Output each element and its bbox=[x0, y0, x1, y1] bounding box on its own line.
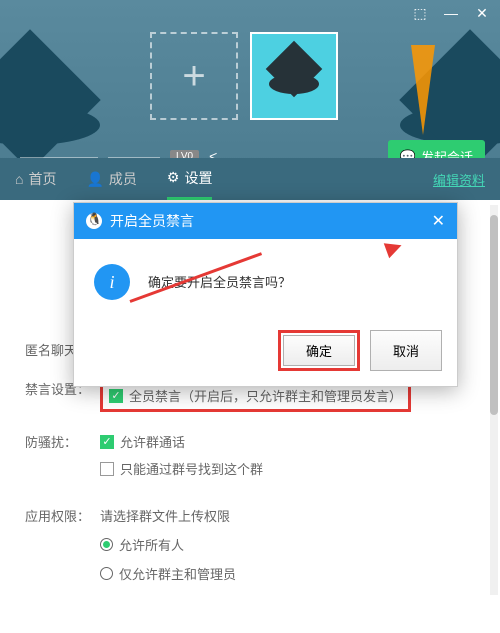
edit-profile-link[interactable]: 编辑资料 bbox=[433, 170, 485, 189]
scroll-thumb[interactable] bbox=[490, 215, 498, 415]
mute-all-label: 全员禁言（开启后，只允许群主和管理员发言） bbox=[129, 386, 402, 405]
gear-icon: ⚙ bbox=[167, 169, 180, 186]
anti-harass-label: 防骚扰： bbox=[25, 432, 100, 451]
tab-members[interactable]: 👤 成员 bbox=[86, 158, 136, 200]
scrollbar[interactable] bbox=[490, 205, 498, 595]
graduation-cap-icon bbox=[264, 54, 324, 99]
dialog-footer: 确定 取消 bbox=[74, 320, 457, 386]
confirm-dialog: 开启全员禁言 ✕ i 确定要开启全员禁言吗？ 确定 取消 bbox=[73, 202, 458, 387]
members-icon: 👤 bbox=[86, 171, 103, 188]
only-groupid-checkbox[interactable] bbox=[100, 462, 114, 476]
cancel-button[interactable]: 取消 bbox=[370, 330, 442, 371]
tab-home[interactable]: ⌂ 首页 bbox=[15, 158, 56, 200]
mute-all-checkbox[interactable]: ✓ bbox=[109, 389, 123, 403]
dialog-close-button[interactable]: ✕ bbox=[432, 211, 445, 231]
highlight-box-confirm: 确定 bbox=[278, 330, 360, 371]
qq-icon bbox=[86, 213, 102, 229]
confirm-button[interactable]: 确定 bbox=[283, 335, 355, 366]
only-admin-label: 仅允许群主和管理员 bbox=[119, 564, 236, 583]
group-avatar[interactable] bbox=[250, 32, 338, 120]
allow-call-checkbox[interactable]: ✓ bbox=[100, 435, 114, 449]
plus-icon: + bbox=[182, 54, 205, 99]
info-icon: i bbox=[94, 264, 130, 300]
allow-call-label: 允许群通话 bbox=[120, 432, 185, 451]
anti-harass-row: 防骚扰： ✓ 允许群通话 只能通过群号找到这个群 bbox=[25, 432, 475, 486]
only-groupid-label: 只能通过群号找到这个群 bbox=[120, 459, 263, 478]
allow-all-radio[interactable] bbox=[100, 538, 113, 551]
permission-label: 应用权限： bbox=[25, 506, 100, 525]
close-icon[interactable]: ✕ bbox=[474, 5, 490, 21]
add-avatar-button[interactable]: + bbox=[150, 32, 238, 120]
pin-icon[interactable]: ⬚ bbox=[412, 5, 428, 21]
dialog-message: 确定要开启全员禁言吗？ bbox=[148, 264, 291, 291]
annotation-arrow-down bbox=[411, 45, 435, 135]
home-icon: ⌂ bbox=[15, 171, 23, 187]
minimize-icon[interactable]: — bbox=[443, 5, 459, 21]
allow-all-label: 允许所有人 bbox=[119, 535, 184, 554]
permission-row: 应用权限： 请选择群文件上传权限 允许所有人 仅允许群主和管理员 bbox=[25, 506, 475, 593]
window-controls: ⬚ — ✕ bbox=[412, 5, 490, 21]
dialog-body: i 确定要开启全员禁言吗？ bbox=[74, 239, 457, 320]
dialog-title: 开启全员禁言 bbox=[110, 211, 194, 231]
avatar-row: + bbox=[150, 32, 338, 120]
dialog-header: 开启全员禁言 ✕ bbox=[74, 203, 457, 239]
tab-settings[interactable]: ⚙ 设置 bbox=[167, 158, 213, 200]
tab-bar: ⌂ 首页 👤 成员 ⚙ 设置 编辑资料 bbox=[0, 158, 500, 200]
header-banner: ⬚ — ✕ + ▬▬▬▬▬▬ ▬▬▬▬ LV0 < 💬 发起会话 ⌂ 首页 👤 … bbox=[0, 0, 500, 200]
only-admin-radio[interactable] bbox=[100, 567, 113, 580]
permission-hint: 请选择群文件上传权限 bbox=[100, 506, 475, 525]
